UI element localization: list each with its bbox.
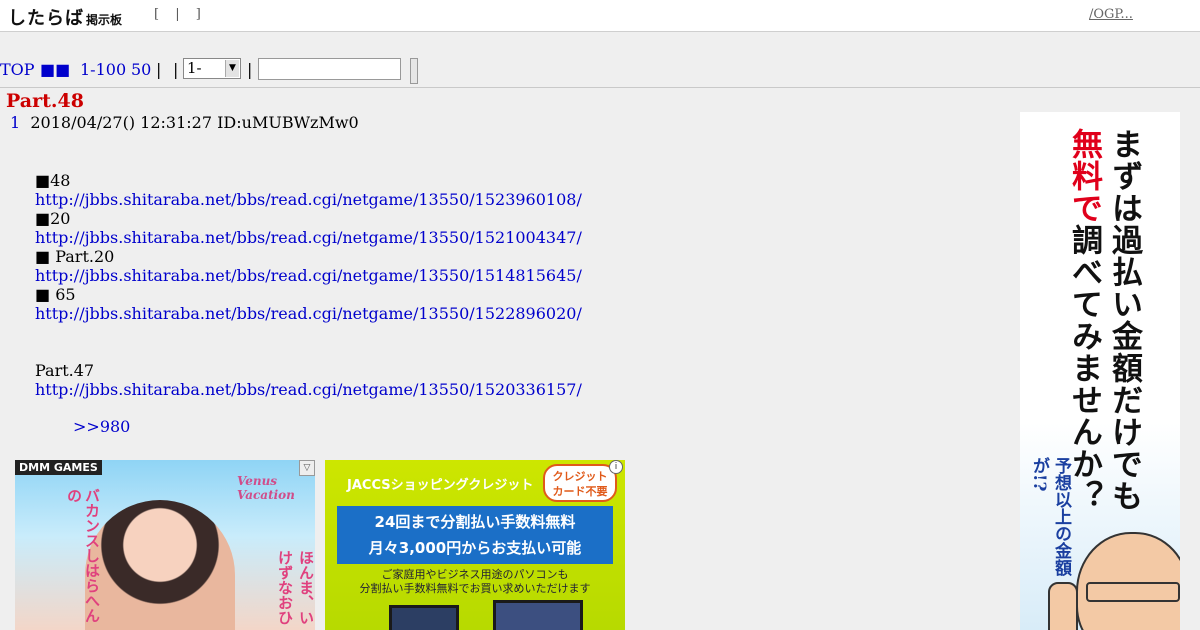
range-select[interactable]: 1- ▼: [183, 58, 241, 79]
post-line: ■ Part.20: [35, 247, 115, 266]
ad-brand: DMM GAMES: [15, 460, 102, 475]
monitor-image: [493, 600, 583, 630]
header-links[interactable]: [ | ]: [154, 7, 207, 22]
post-line: ■20: [35, 209, 71, 228]
ad-offer-box: 24回まで分割払い手数料無料 月々3,000円からお支払い可能: [337, 506, 613, 564]
board-link[interactable]: ■■: [40, 60, 70, 79]
ad-copy-secondary: ほんま、いけずなおひ: [276, 550, 315, 625]
latest-50-link[interactable]: 50: [131, 60, 151, 79]
post-line[interactable]: http://jbbs.shitaraba.net/bbs/read.cgi/n…: [35, 304, 582, 323]
thread-url-link[interactable]: http://jbbs.shitaraba.net/bbs/read.cgi/n…: [35, 380, 582, 399]
ogp-link[interactable]: /OGP...: [1089, 7, 1177, 22]
ad-character-image: [85, 500, 235, 630]
ad-glasses-illustration: [1086, 582, 1180, 602]
ad-headline: JACCSショッピングクレジット: [347, 478, 534, 493]
logo-sub-text: 掲示板: [86, 13, 123, 27]
search-button[interactable]: [410, 58, 418, 84]
top-link[interactable]: TOP: [0, 60, 35, 79]
ad-offer-line: 24回まで分割払い手数料無料: [374, 513, 576, 531]
post-line: Part.47: [35, 361, 95, 380]
top-bar: したらば 掲示板 [ | ] /OGP...: [0, 0, 1200, 32]
post-line[interactable]: http://jbbs.shitaraba.net/bbs/read.cgi/n…: [35, 190, 582, 209]
range-select-value: 1-: [187, 59, 202, 77]
post-line: [35, 342, 582, 361]
range-1-100-link[interactable]: 1-100: [80, 60, 126, 79]
info-icon[interactable]: i: [609, 460, 623, 474]
thread-url-link[interactable]: http://jbbs.shitaraba.net/bbs/read.cgi/n…: [35, 266, 582, 285]
post-number-link[interactable]: 1: [10, 113, 20, 132]
post-line[interactable]: http://jbbs.shitaraba.net/bbs/read.cgi/n…: [35, 380, 582, 399]
nav-separator: |: [156, 60, 162, 79]
reply-anchor-link[interactable]: >>980: [73, 417, 130, 436]
ad-subcopy: ご家庭用やビジネス用途のパソコンも 分割払い手数料無料でお買い求めいただけます: [359, 568, 591, 595]
nav-separator: |: [173, 60, 179, 79]
ad-game-logo: Venus Vacation: [237, 474, 295, 502]
ad-banner-dmm[interactable]: DMM GAMES ▽ Venus Vacation バカンスしはらへんの ほん…: [15, 460, 315, 630]
monitor-image: [389, 605, 459, 630]
logo-text: したらば: [8, 8, 84, 29]
post-body: ■48 http://jbbs.shitaraba.net/bbs/read.cg…: [35, 171, 582, 399]
thread-nav: TOP ■■ 1-100 50 | | 1- ▼ |: [0, 56, 1200, 84]
ad-badge: クレジット カード不要: [543, 464, 617, 502]
site-logo[interactable]: したらば 掲示板: [8, 4, 122, 30]
post-meta: 2018/04/27() 12:31:27 ID:uMUBWzMw0: [30, 113, 359, 132]
search-input[interactable]: [258, 58, 401, 80]
ad-side-subcopy: 予想以上の金額が!?: [1029, 457, 1071, 576]
ad-side-copy: まずは過払い金額だけでも 無料で調べてみませんか？: [1066, 128, 1142, 512]
chevron-down-icon: ▼: [225, 60, 239, 77]
thread-url-link[interactable]: http://jbbs.shitaraba.net/bbs/read.cgi/n…: [35, 228, 582, 247]
thread-url-link[interactable]: http://jbbs.shitaraba.net/bbs/read.cgi/n…: [35, 190, 582, 209]
nav-separator: |: [247, 60, 253, 79]
post-header: 1 2018/04/27() 12:31:27 ID:uMUBWzMw0: [10, 113, 359, 132]
ad-copy: バカンスしはらへんの: [65, 488, 101, 623]
thread-url-link[interactable]: http://jbbs.shitaraba.net/bbs/read.cgi/n…: [35, 304, 582, 323]
post-line[interactable]: http://jbbs.shitaraba.net/bbs/read.cgi/n…: [35, 266, 582, 285]
post-line: [35, 323, 582, 342]
thread-title: Part.48: [6, 90, 84, 112]
ad-banner-jaccs[interactable]: JACCSショッピングクレジット クレジット カード不要 i 24回まで分割払い…: [325, 460, 625, 630]
nav-divider: [0, 87, 1200, 88]
ad-banner-side[interactable]: まずは過払い金額だけでも 無料で調べてみませんか？ 予想以上の金額が!?: [1020, 112, 1180, 630]
ad-offer-line: 月々3,000円からお支払い可能: [368, 539, 582, 557]
ad-hand-illustration: [1048, 582, 1078, 630]
post-line: ■48: [35, 171, 71, 190]
post-line: ■ 65: [35, 285, 76, 304]
post-line[interactable]: http://jbbs.shitaraba.net/bbs/read.cgi/n…: [35, 228, 582, 247]
